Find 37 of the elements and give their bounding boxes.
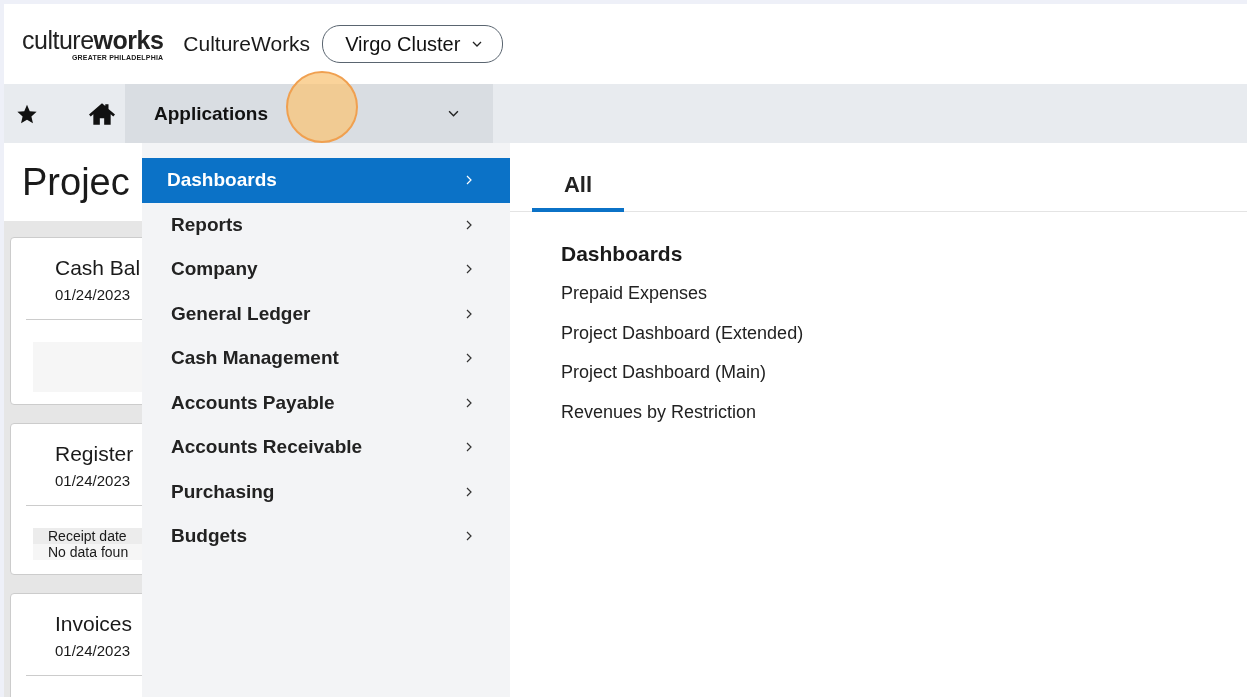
menu-item[interactable]: Company [142,247,510,292]
card-title: Cash Bal [55,256,142,280]
menu-item[interactable]: Accounts Payable [142,380,510,425]
dashboard-link[interactable]: Revenues by Restriction [561,392,757,432]
chevron-right-icon [466,442,472,453]
chevron-right-icon [466,219,472,230]
menu-item[interactable]: Purchasing [142,469,510,514]
chevron-right-icon [466,486,472,497]
section-heading: Dashboards [561,242,683,266]
page-title: Projec [22,160,130,204]
company-name: CultureWorks [183,32,311,56]
menu-item[interactable]: Dashboards [142,158,510,203]
column-header: Receipt date [33,528,142,544]
chevron-down-icon [472,41,483,47]
dashboard-link[interactable]: Project Dashboard (Main) [561,353,767,393]
chevron-down-icon [448,110,459,117]
chevron-right-icon [466,308,472,319]
empty-message: No data foun [47,544,130,560]
card-date: 01/24/2023 [55,472,132,489]
menu-item[interactable]: General Ledger [142,291,510,336]
dashboard-link[interactable]: Prepaid Expenses [561,274,708,314]
chevron-right-icon [466,353,472,364]
dashboard-link[interactable]: Project Dashboard (Extended) [561,313,804,353]
menu-item[interactable]: Cash Management [142,336,510,381]
card-title: Register [55,442,135,466]
menu-item[interactable]: Reports [142,202,510,247]
card-title: Invoices [55,612,134,636]
chevron-right-icon [466,397,472,408]
chevron-right-icon [466,175,472,186]
menu-item[interactable]: Accounts Receivable [142,425,510,470]
tab[interactable]: All [532,162,624,212]
card-date: 01/24/2023 [55,286,132,303]
card-date: 01/24/2023 [55,642,132,659]
chevron-right-icon [466,264,472,275]
entity-selector[interactable]: Virgo Cluster [322,25,504,63]
menu-item[interactable]: Budgets [142,514,510,559]
chevron-right-icon [466,531,472,542]
